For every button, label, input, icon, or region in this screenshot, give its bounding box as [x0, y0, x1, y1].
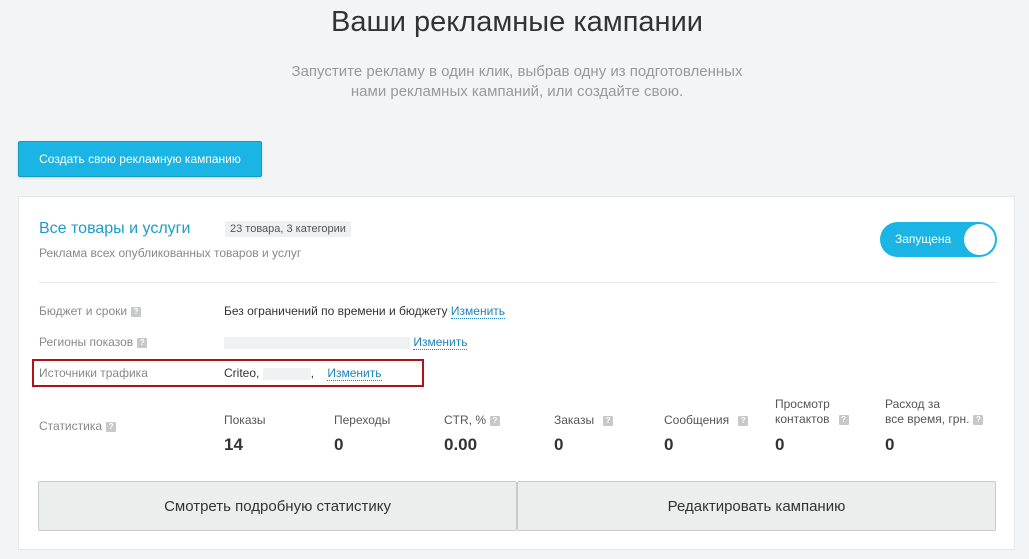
stat-label-impressions: Показы [224, 413, 265, 428]
stat-value-impressions: 14 [224, 435, 243, 454]
stat-label-orders: Заказы? [554, 413, 614, 428]
page-subtitle: Запустите рекламу в один клик, выбрав од… [260, 62, 774, 102]
subtitle-line-2: нами рекламных кампаний, или создайте св… [350, 83, 684, 100]
stat-label-text: CTR, % [444, 413, 486, 427]
stat-label-text: Заказы [554, 413, 595, 427]
stat-value-contacts: 0 [775, 435, 785, 454]
page-title: Ваши рекламные кампании [331, 6, 703, 38]
stat-label-messages: Сообщения? [664, 413, 749, 428]
campaign-title[interactable]: Все товары и услуги [39, 220, 190, 238]
stat-label-text: Сообщения [664, 413, 730, 427]
stat-value-messages: 0 [664, 435, 674, 454]
stat-label-contacts: Просмотр контактов? [775, 397, 849, 427]
help-icon[interactable]: ? [738, 415, 749, 426]
help-icon[interactable]: ? [603, 415, 614, 426]
view-stats-button[interactable]: Смотреть подробную статистику [38, 481, 517, 531]
stat-label-text: Показы [224, 413, 266, 427]
divider [39, 282, 996, 283]
stat-value-ctr: 0.00 [444, 435, 478, 454]
redacted-regions [224, 336, 410, 349]
budget-value: Без ограничений по времени и бюджету [224, 304, 448, 318]
help-icon[interactable]: ? [838, 414, 849, 425]
status-toggle[interactable]: Запущена [880, 222, 997, 257]
regions-edit-link[interactable]: Изменить [413, 335, 468, 350]
budget-edit-link[interactable]: Изменить [450, 304, 506, 319]
subtitle-line-1: Запустите рекламу в один клик, выбрав од… [291, 63, 743, 80]
toggle-knob [964, 224, 995, 255]
highlight-frame [32, 359, 424, 387]
budget-value-row: Без ограничений по времени и бюджету Изм… [224, 304, 506, 319]
stat-value-clicks: 0 [334, 435, 344, 454]
stat-label-text: Переходы [334, 413, 391, 427]
stat-label-line2: все время, грн. [885, 412, 970, 426]
create-campaign-button[interactable]: Создать свою рекламную кампанию [18, 141, 262, 177]
campaign-badge: 23 товара, 3 категории [225, 221, 351, 237]
edit-campaign-button[interactable]: Редактировать кампанию [517, 481, 996, 531]
stat-label-line2: контактов [775, 412, 830, 426]
budget-row-label: Бюджет и сроки? [39, 304, 142, 318]
help-icon[interactable]: ? [973, 414, 984, 425]
stat-value-orders: 0 [554, 435, 564, 454]
status-toggle-label: Запущена [895, 232, 952, 246]
stat-value-spend: 0 [885, 435, 895, 454]
stat-label-clicks: Переходы [334, 413, 390, 428]
stat-label-spend: Расход за все время, грн.? [885, 397, 984, 427]
regions-row-label: Регионы показов? [39, 335, 148, 349]
campaign-card: Все товары и услуги 23 товара, 3 категор… [18, 196, 1015, 550]
help-icon[interactable]: ? [106, 421, 117, 432]
campaign-description: Реклама всех опубликованных товаров и ус… [39, 246, 302, 260]
help-icon[interactable]: ? [131, 306, 142, 317]
stat-label-line1: Просмотр [775, 397, 830, 411]
budget-label: Бюджет и сроки [39, 304, 128, 318]
stats-row-label: Статистика? [39, 419, 117, 433]
help-icon[interactable]: ? [137, 337, 148, 348]
regions-label: Регионы показов [39, 335, 134, 349]
help-icon[interactable]: ? [490, 415, 500, 426]
stats-label: Статистика [39, 419, 103, 433]
regions-value-row: Изменить [224, 335, 468, 350]
stat-label-ctr: CTR, %? [444, 413, 500, 428]
stat-label-line1: Расход за [885, 397, 941, 411]
